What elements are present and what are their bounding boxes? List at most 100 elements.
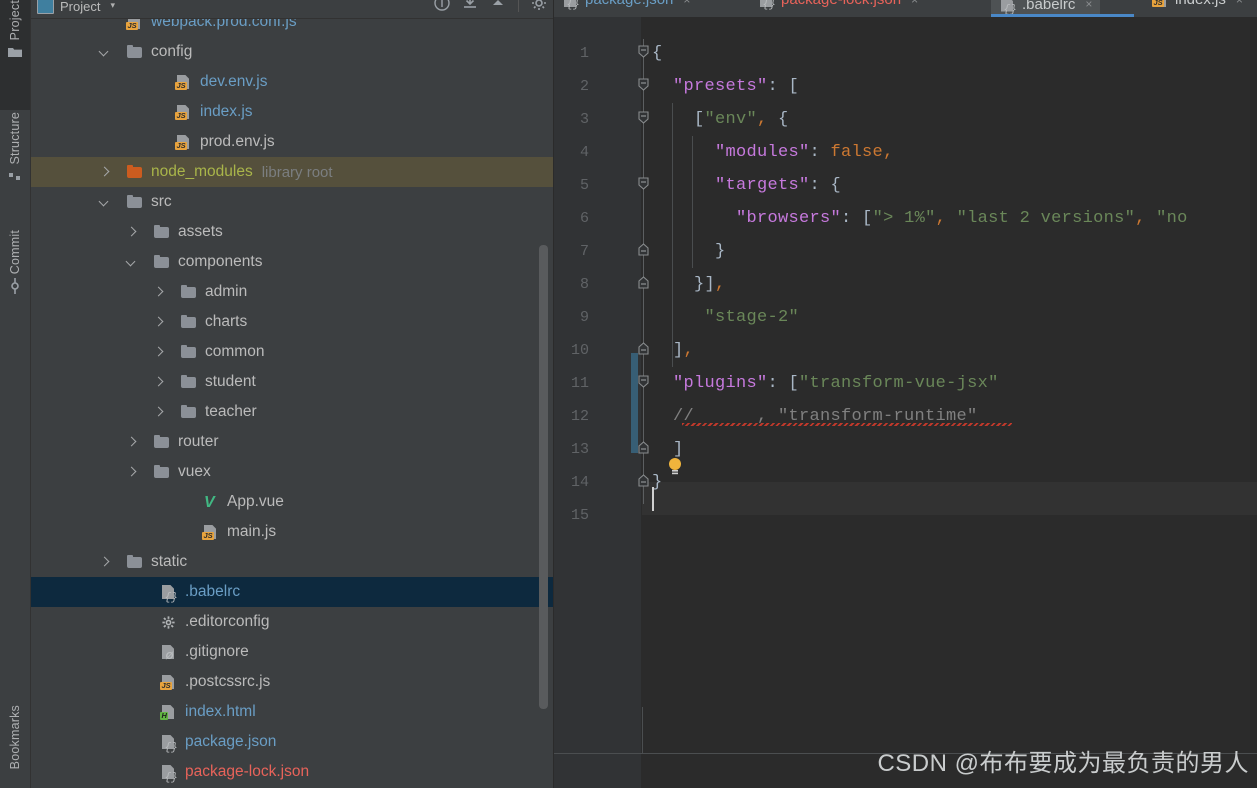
tree-row-main-js[interactable]: JS main.js [31, 517, 553, 547]
tree-row-student[interactable]: student [31, 367, 553, 397]
tab-close-icon[interactable]: × [683, 0, 690, 7]
tree-row-postcssrc-js[interactable]: JS .postcssrc.js [31, 667, 553, 697]
code-line-12[interactable]: // , "transform-runtime" [652, 400, 978, 433]
code-line-2[interactable]: "presets": [ [652, 70, 799, 103]
tree-row-node-modules[interactable]: node_modules library root [31, 157, 553, 187]
tab-package-json[interactable]: {} package.json × [554, 0, 698, 11]
code-line-5[interactable]: "targets": { [652, 169, 841, 202]
tab-index-js[interactable]: JS index.js × [1144, 0, 1251, 8]
code-line-8[interactable]: }], [652, 268, 726, 301]
tree-row-label: .editorconfig [185, 613, 270, 630]
tree-row-prod-env-js[interactable]: JS prod.env.js [31, 127, 553, 157]
tree-row-assets[interactable]: assets [31, 217, 553, 247]
chevron-down-icon[interactable]: ▾ [110, 0, 115, 11]
line-number: 7 [579, 243, 589, 260]
tree-row-label: teacher [205, 403, 257, 420]
fold-marker-collapse[interactable] [636, 110, 651, 125]
tree-row-package-json[interactable]: {} package.json [31, 727, 553, 757]
tree-row-common[interactable]: common [31, 337, 553, 367]
fold-marker-collapse[interactable] [636, 77, 651, 92]
intention-bulb-icon[interactable] [667, 457, 681, 475]
tool-button-bookmarks[interactable]: Bookmarks [0, 705, 30, 788]
tree-expander-assets[interactable] [126, 227, 137, 238]
tree-row-editorconfig[interactable]: .editorconfig [31, 607, 553, 637]
json-file-icon: {} [160, 734, 178, 754]
tree-row-router[interactable]: router [31, 427, 553, 457]
tree-expander-common[interactable] [153, 347, 164, 358]
tree-row-static[interactable]: static [31, 547, 553, 577]
tool-button-project[interactable]: Project [0, 0, 30, 110]
tab-close-icon[interactable]: × [1085, 0, 1092, 11]
tree-row-teacher[interactable]: teacher [31, 397, 553, 427]
tool-button-commit[interactable]: Commit [0, 230, 30, 334]
code-line-1[interactable]: { [652, 37, 663, 70]
code-editor[interactable]: 1 2 3 4 5 6 7 8 9 10 11 12 13 14 15 {"p… [554, 17, 1257, 788]
tree-row-vuex[interactable]: vuex [31, 457, 553, 487]
tab-close-icon[interactable]: × [911, 0, 918, 7]
tree-expander [115, 19, 126, 28]
tree-expander-node-modules[interactable] [99, 167, 110, 178]
tree-expander-src[interactable] [99, 197, 110, 208]
line-number: 13 [570, 441, 589, 458]
fold-marker-collapse[interactable] [636, 176, 651, 191]
json-file-icon: {} [160, 764, 178, 784]
tool-label-commit: Commit [8, 230, 22, 275]
line-number: 12 [570, 408, 589, 425]
fold-marker-collapse[interactable] [636, 374, 651, 389]
tree-row-babelrc[interactable]: {} .babelrc [31, 577, 553, 607]
tree-row-webpack-prod-conf-js[interactable]: JS webpack.prod.conf.js [31, 19, 553, 37]
code-line-6[interactable]: "browsers": ["> 1%", "last 2 versions", … [652, 202, 1188, 235]
project-panel-scrollbar[interactable] [539, 245, 548, 709]
folder-icon [153, 224, 171, 240]
tab-package-lock-json[interactable]: {} package-lock.json × [750, 0, 926, 11]
fold-marker-end[interactable] [636, 473, 651, 488]
tree-row-charts[interactable]: charts [31, 307, 553, 337]
code-line-10[interactable]: ], [652, 334, 694, 367]
tree-row-components[interactable]: components [31, 247, 553, 277]
tab-close-icon[interactable]: × [1236, 0, 1243, 7]
vue-file-icon: V [204, 494, 215, 511]
tree-expander-student[interactable] [153, 377, 164, 388]
collapse-all-icon[interactable] [462, 0, 478, 16]
project-tool-window: Project ▾ JS webpack.prod.conf.js config… [31, 0, 554, 788]
project-file-tree[interactable]: JS webpack.prod.conf.js config JS dev.en… [31, 19, 553, 788]
tree-row-admin[interactable]: admin [31, 277, 553, 307]
tool-label-structure: Structure [8, 112, 22, 165]
tree-expander-router[interactable] [126, 437, 137, 448]
code-line-9[interactable]: "stage-2" [652, 301, 799, 334]
vcs-change-marker[interactable] [631, 353, 638, 453]
settings-gear-icon[interactable] [531, 0, 547, 16]
tree-row-index-html[interactable]: H index.html [31, 697, 553, 727]
code-line-11[interactable]: "plugins": ["transform-vue-jsx" [652, 367, 999, 400]
tree-row-app-vue[interactable]: V App.vue [31, 487, 553, 517]
tree-row-src[interactable]: src [31, 187, 553, 217]
hide-window-icon[interactable] [490, 0, 506, 16]
tree-row-label: node_modules [151, 163, 253, 180]
folder-icon [126, 44, 144, 60]
tree-expander-charts[interactable] [153, 317, 164, 328]
tree-row-label: src [151, 193, 172, 210]
info-icon[interactable] [434, 0, 450, 16]
code-line-7[interactable]: } [652, 235, 726, 268]
tree-row-package-lock-json[interactable]: {} package-lock.json [31, 757, 553, 787]
code-line-3[interactable]: ["env", { [652, 103, 789, 136]
fold-marker-end[interactable] [636, 440, 651, 455]
json-file-icon: {} [999, 0, 1017, 15]
tree-expander-vuex[interactable] [126, 467, 137, 478]
tree-row-dev-env-js[interactable]: JS dev.env.js [31, 67, 553, 97]
fold-marker-end[interactable] [636, 341, 651, 356]
tool-button-structure[interactable]: Structure [0, 112, 30, 228]
fold-marker-end[interactable] [636, 275, 651, 290]
tree-expander-teacher[interactable] [153, 407, 164, 418]
tree-expander-components[interactable] [126, 257, 137, 268]
tree-expander-admin[interactable] [153, 287, 164, 298]
code-line-4[interactable]: "modules": false, [652, 136, 894, 169]
fold-marker-collapse[interactable] [636, 44, 651, 59]
fold-marker-end[interactable] [636, 242, 651, 257]
tree-row-label: App.vue [227, 493, 284, 510]
tree-row-config[interactable]: config [31, 37, 553, 67]
tree-row-index-js[interactable]: JS index.js [31, 97, 553, 127]
tree-row-gitignore[interactable]: Ø .gitignore [31, 637, 553, 667]
tree-expander-config[interactable] [99, 47, 110, 58]
tree-expander-static[interactable] [99, 557, 110, 568]
